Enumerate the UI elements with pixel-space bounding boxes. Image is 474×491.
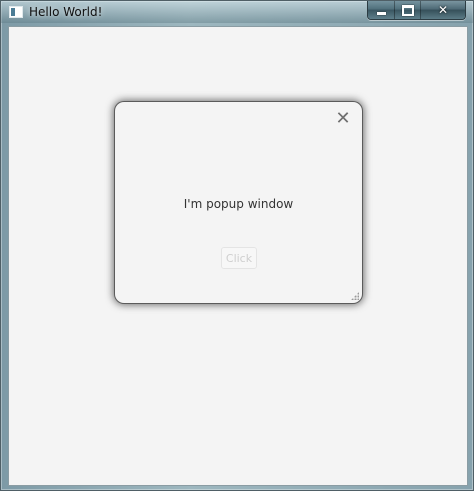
close-icon: ✕	[437, 3, 449, 17]
window-controls: ✕	[367, 1, 466, 20]
minimize-button[interactable]	[368, 1, 395, 19]
resize-grip-icon[interactable]	[351, 292, 359, 300]
popup-close-icon: ✕	[335, 108, 351, 129]
window-title: Hello World!	[29, 5, 103, 19]
popup-window: ✕ I'm popup window Click	[115, 102, 362, 303]
popup-close-button[interactable]: ✕	[334, 110, 352, 128]
close-window-button[interactable]: ✕	[421, 1, 465, 19]
title-bar[interactable]: Hello World! ✕	[1, 1, 473, 23]
click-button[interactable]: Click	[221, 247, 257, 269]
application-window: Hello World! ✕ ✕ I'm popup window Click	[0, 0, 474, 491]
minimize-icon	[376, 12, 386, 15]
maximize-button[interactable]	[395, 1, 421, 19]
window-content-area: ✕ I'm popup window Click	[8, 26, 468, 486]
application-icon[interactable]	[9, 6, 23, 18]
maximize-icon	[401, 4, 414, 16]
popup-message: I'm popup window	[183, 197, 294, 211]
